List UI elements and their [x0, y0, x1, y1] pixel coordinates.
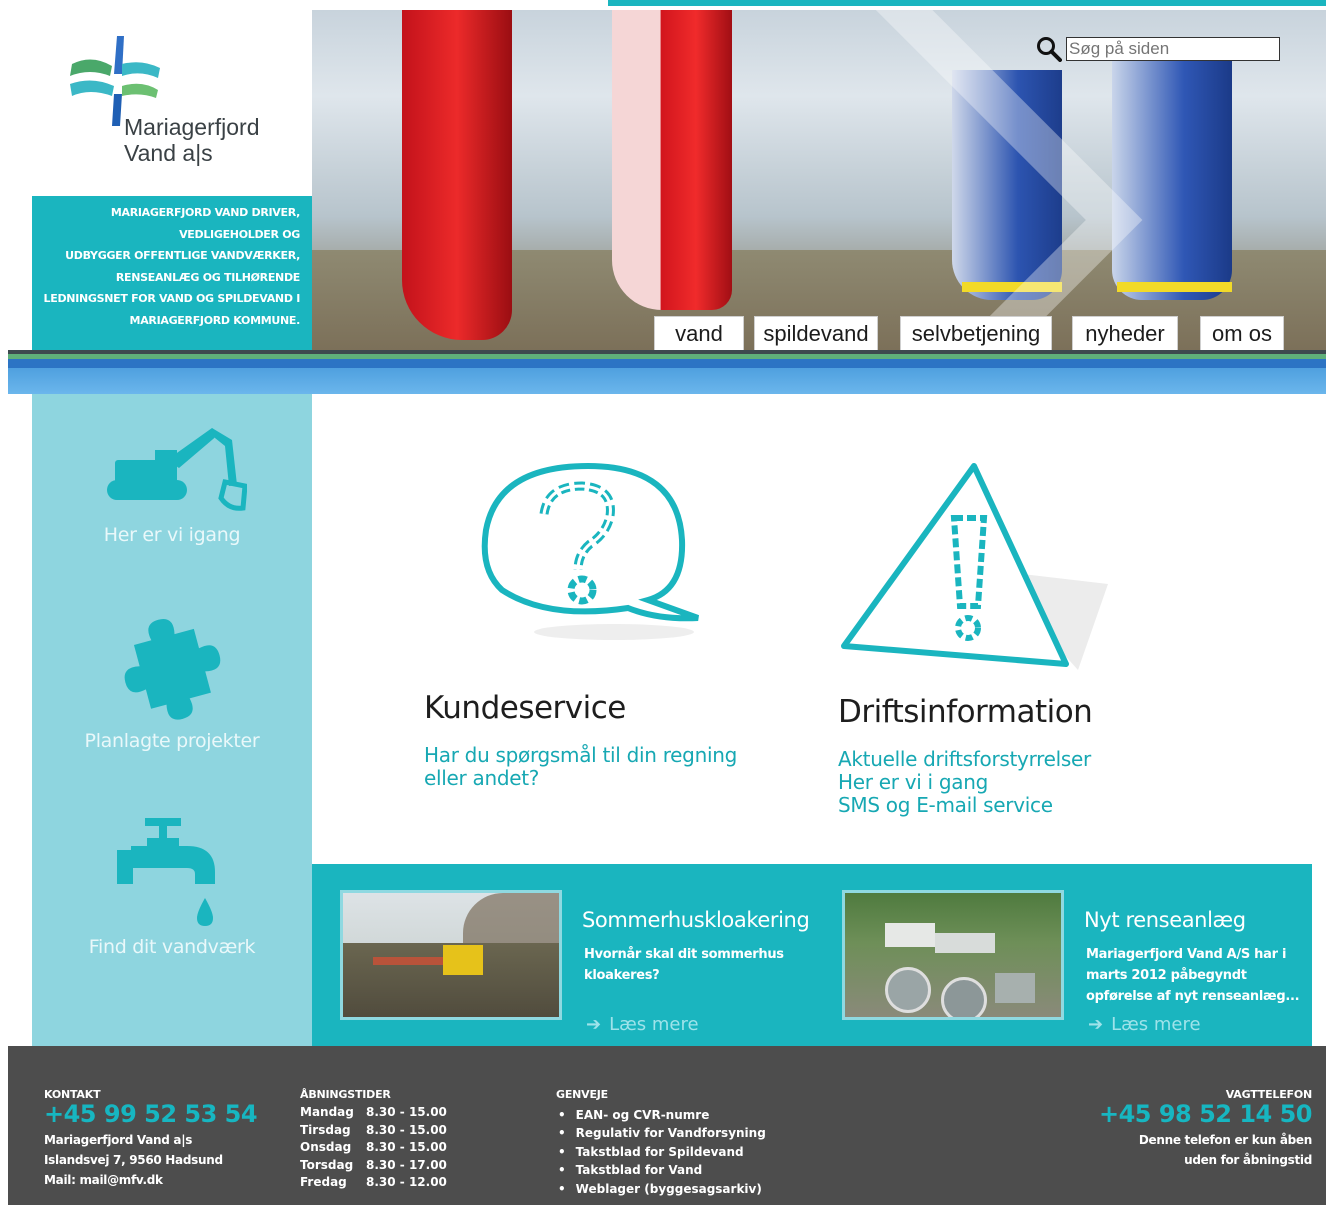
news-image-construction[interactable]: [340, 890, 562, 1020]
logo[interactable]: Mariagerfjord Vand a|s: [32, 10, 312, 196]
tab-selvbetjening[interactable]: selvbetjening: [900, 316, 1052, 350]
footer-vagt-line: Denne telefon er kun åben: [1138, 1133, 1312, 1147]
hours-time: 8.30 - 15.00: [366, 1140, 447, 1155]
news-text-line: Mariagerfjord Vand A/S har i: [1086, 947, 1287, 962]
sidebar-item-her-er-vi-igang[interactable]: Her er vi igang: [32, 420, 312, 546]
footer-address-line: Islandsvej 7, 9560 Hadsund: [44, 1153, 223, 1167]
hours-day: Fredag: [300, 1175, 347, 1190]
shortcut-link-regulativ[interactable]: Regulativ for Vandforsyning: [558, 1124, 766, 1142]
brand-name-line2: Vand a|s: [124, 140, 213, 166]
footer: KONTAKT +45 99 52 53 54 Mariagerfjord Va…: [8, 1046, 1326, 1205]
footer-address-line: Mariagerfjord Vand a|s: [44, 1133, 193, 1147]
tab-nyheder[interactable]: nyheder: [1072, 316, 1178, 350]
footer-genveje-heading: GENVEJE: [556, 1088, 608, 1101]
footer-kontakt-address: Mariagerfjord Vand a|s Islandsvej 7, 956…: [44, 1130, 223, 1190]
page-frame: Mariagerfjord Vand a|s MARIAGERFJORD VAN…: [8, 8, 1326, 1205]
footer-kontakt-phone[interactable]: +45 99 52 53 54: [44, 1100, 258, 1128]
excavator-icon: [107, 428, 248, 511]
hours-row: Onsdag 8.30 - 15.00: [300, 1139, 447, 1157]
news-image-treatment-plant[interactable]: [842, 890, 1064, 1020]
drift-links: Aktuelle driftsforstyrrelser Her er vi i…: [838, 748, 1091, 817]
sidebar-item-find-dit-vandvaerk[interactable]: Find dit vandværk: [32, 814, 312, 958]
drift-link-sms-email[interactable]: SMS og E-mail service: [838, 794, 1091, 817]
sidebar-label: Planlagte projekter: [84, 730, 260, 752]
hours-day: Mandag: [300, 1105, 354, 1119]
hours-day: Tirsdag: [300, 1122, 351, 1137]
news-text-renseanlaeg: Mariagerfjord Vand A/S har i marts 2012 …: [1086, 944, 1300, 1007]
news-strip: Sommerhuskloakering Hvornår skal dit som…: [312, 864, 1312, 1046]
kundeservice-link-line: eller andet?: [424, 766, 540, 790]
tagline: MARIAGERFJORD VAND DRIVER, VEDLIGEHOLDER…: [32, 196, 312, 350]
drift-link-driftsforstyrrelser[interactable]: Aktuelle driftsforstyrrelser: [838, 748, 1091, 771]
tab-om-os[interactable]: om os: [1200, 316, 1284, 350]
tab-spildevand[interactable]: spildevand: [754, 316, 878, 350]
sidebar-label: Find dit vandværk: [88, 936, 256, 958]
driftsinformation-title[interactable]: Driftsinformation: [838, 694, 1093, 730]
footer-hours-heading: ÅBNINGSTIDER: [300, 1088, 391, 1101]
news-title-renseanlaeg[interactable]: Nyt renseanlæg: [1084, 908, 1246, 932]
sidebar: Her er vi igang Planlagte projekter Find…: [32, 394, 312, 1046]
hours-row: Fredag 8.30 - 12.00: [300, 1174, 447, 1192]
puzzle-piece-icon: [124, 619, 221, 720]
brand-name-line1: Mariagerfjord: [124, 114, 260, 140]
opening-hours: Mandag 8.30 - 15.00 Tirsdag 8.30 - 15.00 O…: [300, 1104, 447, 1192]
footer-email[interactable]: Mail: mail@mfv.dk: [44, 1170, 223, 1190]
water-tap-icon: [117, 818, 215, 926]
footer-vagt-note: Denne telefon er kun åben uden for åbnin…: [1139, 1130, 1312, 1170]
question-bubble-icon[interactable]: [478, 460, 708, 650]
main-content: Kundeservice Har du spørgsmål til din re…: [312, 394, 1312, 864]
footer-vagt-phone[interactable]: +45 98 52 14 50: [1099, 1100, 1313, 1128]
news-text-line: Hvornår skal dit sommerhus: [584, 947, 784, 962]
read-more-label: Læs mere: [1111, 1014, 1201, 1035]
search-icon[interactable]: [1036, 36, 1062, 62]
news-text-sommerhus: Hvornår skal dit sommerhus kloakeres?: [584, 944, 784, 986]
tagline-line: MARIAGERFJORD KOMMUNE.: [129, 313, 301, 327]
news-text-line: opførelse af nyt renseanlæg...: [1086, 989, 1300, 1004]
news-text-line: marts 2012 påbegyndt: [1086, 968, 1247, 983]
shortcut-link-takstblad-spildevand[interactable]: Takstblad for Spildevand: [558, 1143, 766, 1161]
warning-triangle-icon[interactable]: [838, 460, 1118, 670]
kundeservice-title[interactable]: Kundeservice: [424, 690, 626, 726]
tagline-line: UDBYGGER OFFENTLIGE VANDVÆRKER,: [65, 249, 300, 263]
read-more-renseanlaeg[interactable]: ➔ Læs mere: [1088, 1014, 1201, 1035]
hours-row: Torsdag 8.30 - 17.00: [300, 1157, 447, 1175]
search-input[interactable]: [1066, 37, 1280, 61]
hours-time: 8.30 - 17.00: [366, 1157, 447, 1172]
sidebar-label: Her er vi igang: [103, 524, 241, 546]
tagline-line: RENSEANLÆG OG TILHØRENDE: [115, 270, 300, 284]
hours-row: Mandag 8.30 - 15.00: [300, 1104, 447, 1122]
shortcut-link-takstblad-vand[interactable]: Takstblad for Vand: [558, 1161, 766, 1179]
sidebar-item-planlagte-projekter[interactable]: Planlagte projekter: [32, 616, 312, 752]
tagline-line: MARIAGERFJORD VAND DRIVER,: [110, 206, 300, 219]
tagline-line: VEDLIGEHOLDER OG: [179, 227, 300, 241]
header-stripes: [8, 350, 1326, 394]
arrow-right-icon: ➔: [586, 1014, 602, 1035]
hours-day: Onsdag: [300, 1140, 352, 1155]
hours-time: 8.30 - 12.00: [366, 1175, 447, 1190]
kundeservice-link-line: Har du spørgsmål til din regning: [424, 743, 737, 767]
top-decoration: [0, 0, 1326, 8]
kundeservice-link[interactable]: Har du spørgsmål til din regning eller a…: [424, 744, 737, 790]
read-more-label: Læs mere: [609, 1014, 699, 1035]
read-more-sommerhus[interactable]: ➔ Læs mere: [586, 1014, 699, 1035]
shortcut-link-weblager[interactable]: Weblager (byggesagsarkiv): [558, 1180, 766, 1198]
news-text-line: kloakeres?: [584, 968, 660, 983]
search-bar: [1036, 36, 1280, 62]
hours-time: 8.30 - 15.00: [366, 1122, 447, 1137]
news-title-sommerhus[interactable]: Sommerhuskloakering: [582, 908, 810, 932]
hours-day: Torsdag: [300, 1157, 354, 1172]
shortcut-link-ean-cvr[interactable]: EAN- og CVR-numre: [558, 1106, 766, 1124]
tagline-line: LEDNINGSNET FOR VAND OG SPILDEVAND I: [43, 292, 301, 306]
tab-vand[interactable]: vand: [654, 316, 744, 350]
shortcut-links: EAN- og CVR-numre Regulativ for Vandfors…: [558, 1106, 766, 1198]
footer-vagt-line: uden for åbningstid: [1184, 1153, 1312, 1167]
hours-row: Tirsdag 8.30 - 15.00: [300, 1122, 447, 1140]
arrow-right-icon: ➔: [1088, 1014, 1104, 1035]
drift-link-her-er-vi-i-gang[interactable]: Her er vi i gang: [838, 771, 1091, 794]
hours-time: 8.30 - 15.00: [366, 1105, 447, 1119]
